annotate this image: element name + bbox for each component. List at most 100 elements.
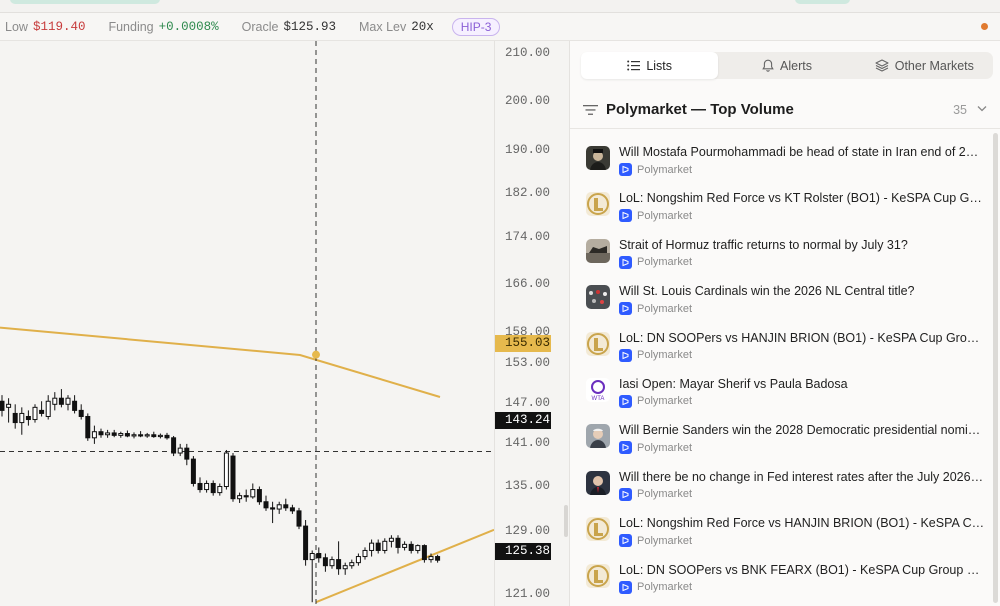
market-source-label: Polymarket bbox=[637, 349, 693, 362]
tab-label: Lists bbox=[646, 58, 673, 73]
market-thumbnail bbox=[586, 517, 610, 542]
max-lev-stat: Max Lev 20x bbox=[359, 20, 434, 34]
low-value: $119.40 bbox=[32, 19, 86, 34]
price-tick-label: 121.00 bbox=[505, 587, 551, 601]
toolbar-pill[interactable] bbox=[10, 0, 160, 4]
top-toolbar-partial bbox=[0, 0, 1000, 13]
resize-handle[interactable] bbox=[564, 505, 568, 537]
market-source: Polymarket bbox=[619, 209, 692, 223]
candle-body bbox=[0, 400, 5, 411]
bell-icon bbox=[762, 59, 774, 72]
candle-body bbox=[382, 540, 388, 551]
tab-alerts[interactable]: Alerts bbox=[718, 52, 855, 79]
market-source-label: Polymarket bbox=[637, 534, 693, 547]
market-source-label: Polymarket bbox=[637, 441, 693, 454]
list-header[interactable]: Polymarket — Top Volume 35 bbox=[570, 91, 1000, 129]
candle-body bbox=[237, 495, 243, 500]
candle-body bbox=[369, 542, 375, 551]
panel-tabs: Lists Alerts Other Markets bbox=[581, 52, 993, 79]
candle-body bbox=[138, 434, 144, 437]
candle-body bbox=[375, 542, 381, 551]
candle-body bbox=[435, 556, 441, 561]
tab-lists[interactable]: Lists bbox=[581, 52, 719, 79]
candle-body bbox=[402, 543, 408, 548]
candle-body bbox=[85, 415, 91, 439]
market-list-item[interactable]: Will St. Louis Cardinals win the 2026 NL… bbox=[570, 277, 990, 323]
market-source: Polymarket bbox=[619, 580, 693, 594]
candle-body bbox=[131, 434, 137, 437]
price-tick-label: 190.00 bbox=[505, 143, 551, 157]
market-source: Polymarket bbox=[619, 255, 693, 269]
market-title: Will Mostafa Pourmohammadi be head of st… bbox=[619, 145, 985, 159]
market-source: Polymarket bbox=[619, 441, 693, 455]
candle-body bbox=[111, 432, 117, 436]
price-axis[interactable]: 210.00 200.00 190.00 182.00 174.00 166.00 158.… bbox=[494, 41, 568, 606]
funding-stat: Funding +0.0008% bbox=[108, 20, 218, 34]
candle-body bbox=[78, 409, 84, 417]
market-list-item[interactable]: Strait of Hormuz traffic returns to norm… bbox=[570, 231, 990, 277]
market-thumbnail bbox=[586, 424, 610, 449]
price-tick-label: 135.00 bbox=[505, 479, 551, 493]
market-thumbnail bbox=[586, 470, 610, 495]
market-source: Polymarket bbox=[619, 163, 692, 176]
candle-body bbox=[210, 482, 216, 494]
list-count: 35 bbox=[953, 102, 967, 117]
market-list-item[interactable]: Will Mostafa Pourmohammadi be head of st… bbox=[570, 138, 990, 184]
candle-body bbox=[329, 559, 335, 567]
candle-body bbox=[197, 482, 203, 491]
candle-body bbox=[296, 510, 302, 527]
candle-body bbox=[171, 437, 177, 454]
price-tick-label: 153.00 bbox=[505, 356, 551, 370]
hip3-badge[interactable]: HIP-3 bbox=[451, 17, 501, 36]
candle-body bbox=[303, 525, 309, 561]
market-list-item[interactable]: Will Bernie Sanders win the 2028 Democra… bbox=[570, 416, 990, 462]
candle-body bbox=[263, 501, 269, 509]
chevron-down-icon[interactable] bbox=[977, 105, 987, 112]
polymarket-icon bbox=[619, 534, 632, 548]
market-list-item[interactable]: LoL: DN SOOPers vs HANJIN BRION (BO1) - … bbox=[570, 324, 990, 370]
market-title: Will there be no change in Fed interest … bbox=[619, 469, 985, 484]
market-title: LoL: DN SOOPers vs BNK FEARX (BO1) - KeS… bbox=[619, 562, 985, 577]
candle-body bbox=[204, 482, 210, 491]
chart-canvas[interactable] bbox=[0, 41, 494, 606]
scrollbar[interactable] bbox=[993, 133, 998, 603]
market-source-label: Polymarket bbox=[637, 581, 693, 594]
list-icon bbox=[627, 60, 641, 71]
polymarket-icon bbox=[619, 163, 632, 176]
candle-body bbox=[217, 486, 223, 494]
candle-body bbox=[124, 433, 130, 437]
status-dot-icon bbox=[981, 23, 988, 30]
market-source-label: Polymarket bbox=[637, 256, 693, 269]
candle-body bbox=[421, 545, 427, 561]
candle-body bbox=[276, 504, 282, 510]
candle-body bbox=[243, 495, 249, 498]
market-source-label: Polymarket bbox=[637, 163, 693, 176]
market-list-item[interactable]: LoL: Nongshim Red Force vs KT Rolster (B… bbox=[570, 184, 990, 230]
market-thumbnail: WTA bbox=[586, 377, 610, 402]
market-list-item[interactable]: LoL: DN SOOPers vs BNK FEARX (BO1) - KeS… bbox=[570, 556, 990, 602]
low-stat: Low $119.40 bbox=[5, 20, 85, 34]
candle-body bbox=[309, 553, 315, 561]
market-list-item[interactable]: LoL: Nongshim Red Force vs HANJIN BRION … bbox=[570, 509, 990, 555]
polymarket-icon bbox=[619, 255, 632, 269]
price-tick-label: 166.00 bbox=[505, 277, 551, 291]
candle-body bbox=[256, 489, 262, 503]
list-title: Polymarket — Top Volume bbox=[606, 101, 794, 118]
side-panel: Lists Alerts Other Markets Polymarket — … bbox=[569, 41, 1000, 606]
candle-body bbox=[72, 400, 78, 411]
oracle-stat: Oracle $125.93 bbox=[242, 20, 336, 34]
toolbar-pill[interactable] bbox=[795, 0, 850, 4]
tab-other-markets[interactable]: Other Markets bbox=[856, 52, 993, 79]
crosshair-price-tag: 143.24 bbox=[495, 412, 551, 429]
market-list: Will Mostafa Pourmohammadi be head of st… bbox=[570, 138, 990, 602]
market-source-label: Polymarket bbox=[637, 488, 693, 501]
filter-icon[interactable] bbox=[583, 104, 598, 116]
market-list-item[interactable]: WTA Iasi Open: Mayar Sherif vs Paula Bado… bbox=[570, 370, 990, 416]
candle-body bbox=[65, 397, 71, 405]
candle-body bbox=[164, 434, 170, 439]
price-tick-label: 147.00 bbox=[505, 396, 551, 410]
price-chart[interactable] bbox=[0, 41, 494, 606]
trading-app: Low $119.40 Funding +0.0008% Oracle $125… bbox=[0, 0, 1000, 606]
market-list-item[interactable]: Will there be no change in Fed interest … bbox=[570, 463, 990, 509]
candle-body bbox=[362, 549, 368, 558]
